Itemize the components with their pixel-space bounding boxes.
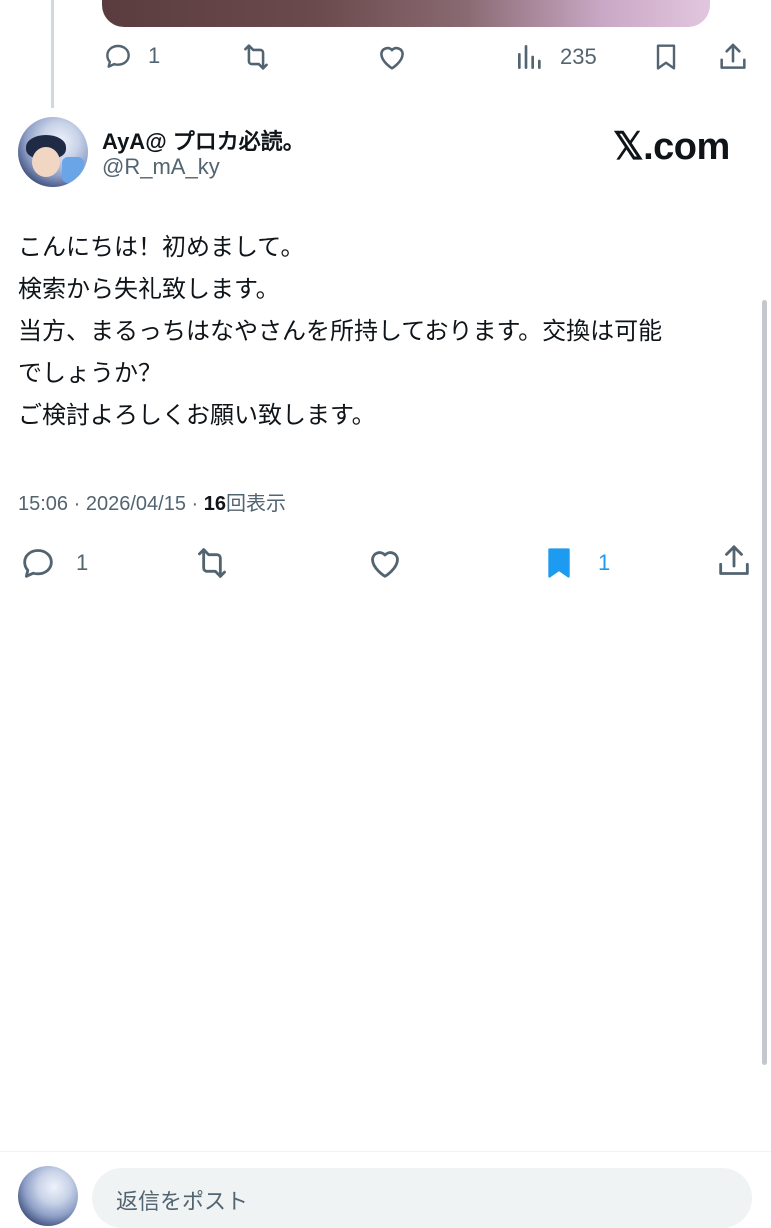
post-view-label: 回表示: [226, 493, 287, 515]
parent-like-button[interactable]: [375, 40, 409, 74]
scrollbar[interactable]: [762, 300, 767, 1065]
author-avatar[interactable]: [18, 117, 88, 187]
avatar-face: [32, 147, 60, 177]
like-icon: [380, 46, 404, 70]
parent-post-media[interactable]: [102, 0, 710, 27]
repost-button[interactable]: [190, 543, 234, 583]
parent-reply-count: 1: [148, 43, 161, 68]
like-button[interactable]: [364, 543, 406, 583]
reply-input-placeholder: 返信をポスト: [116, 1190, 249, 1215]
share-icon: [720, 43, 746, 69]
bookmark-count: 1: [598, 550, 611, 575]
thread-connector-line: [51, 0, 54, 108]
parent-reply-button[interactable]: 1: [102, 40, 160, 72]
post-body-line: ご検討よろしくお願い致します。: [18, 401, 376, 429]
composer-divider: [0, 1151, 771, 1152]
composer-avatar: [18, 1166, 78, 1226]
parent-share-button[interactable]: [716, 40, 750, 74]
post-meta: 15:06 · 2026/04/15 · 16回表示: [18, 487, 286, 516]
post-view-count: 16: [203, 493, 227, 515]
author-handle[interactable]: @R_mA_ky: [102, 154, 220, 180]
x-logo: 𝕏.com: [613, 126, 730, 168]
views-icon: [518, 45, 541, 69]
share-icon: [719, 545, 749, 575]
reply-button[interactable]: 1: [18, 543, 88, 583]
like-icon: [371, 551, 399, 578]
post-body-line: 検索から失礼致します。: [18, 275, 280, 303]
avatar-accessory: [62, 157, 84, 183]
bookmark-icon: [548, 548, 570, 578]
parent-views-count: 235: [560, 44, 597, 69]
reply-count: 1: [76, 550, 89, 575]
post-body-line: でしょうか？: [18, 359, 162, 387]
parent-bookmark-button[interactable]: [650, 40, 682, 74]
reply-icon: [106, 44, 130, 68]
post-body-line: こんにちは！初めまして。: [18, 233, 305, 261]
parent-repost-button[interactable]: [238, 40, 274, 74]
bookmark-icon: [656, 44, 676, 70]
reply-icon: [23, 549, 53, 578]
author-display-name[interactable]: AyA@ プロカ必読。: [102, 124, 305, 156]
post-time[interactable]: 15:06: [18, 493, 68, 515]
post-date[interactable]: 2026/04/15: [86, 493, 186, 515]
bookmark-button[interactable]: 1: [540, 543, 610, 583]
reply-input[interactable]: 返信をポスト: [92, 1168, 752, 1228]
post-body-line: 当方、まるっちはなやさんを所持しております。交換は可能: [18, 317, 663, 345]
meta-separator: ·: [73, 493, 81, 515]
repost-icon: [244, 44, 268, 70]
repost-icon: [198, 548, 226, 578]
parent-views-button[interactable]: 235: [514, 40, 597, 74]
meta-separator: ·: [191, 493, 199, 515]
share-button[interactable]: [714, 541, 754, 581]
post-body: こんにちは！初めまして。 検索から失礼致します。 当方、まるっちはなやさんを所持…: [18, 226, 738, 436]
